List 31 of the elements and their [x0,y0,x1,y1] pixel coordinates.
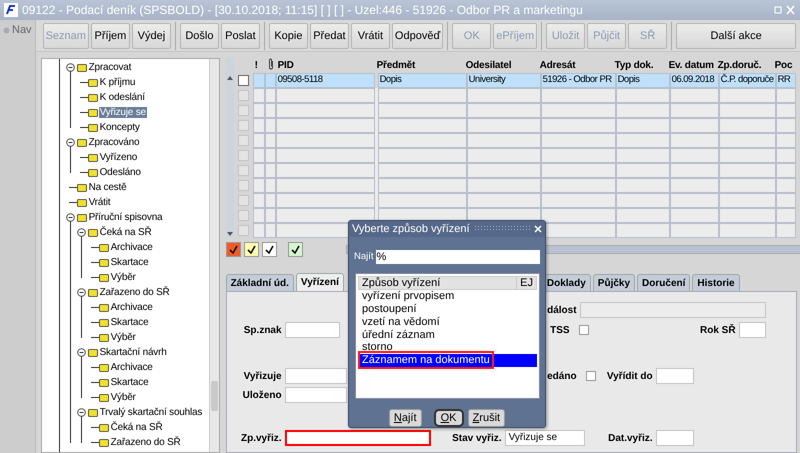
table-cell: Dopis [616,73,670,88]
list-item-label: úřední záznam [361,328,436,341]
field-label: Zp.vyřiz. [240,432,283,444]
dialog-title: Vyberte způsob vyřízení [352,222,470,235]
window-title: 09122 - Podací deník (SPSBOLD) - [30.10.2018; 11:15] [ ] [ ] - Uzel:446 - 51926 - Odbor PR a marketingu [22,3,584,17]
table-cell: RR [776,73,796,88]
list-item-label: vzetí na vědomí [361,316,441,328]
field-label: Rok SŘ [699,324,737,336]
list-item-label: Záznamem na dokumentu [361,354,491,366]
column-header: EJ [516,276,536,289]
column-header: Způsob vyřízení [361,276,442,289]
table-cell: Č.P. doporuče [718,73,776,88]
field-label: Dat.vyřiz. [607,432,654,444]
table-cell: 51926 - Odbor PR [540,73,616,88]
list-item-label: vyřízení prvopisem [361,290,456,302]
field-label: dálost [546,304,578,316]
search-label: Najít [354,251,375,262]
list-item-label: storno [361,341,394,354]
field-label: Stav vyřiz. [451,432,503,444]
field-label: Vyřídit do [606,370,654,382]
field-label: Vyřizuje [242,370,283,382]
table-cell: Dopis [378,73,467,88]
field-label: edáno [546,370,578,382]
list-item-label: postoupení [361,302,418,315]
table-cell: 09508-5118 [276,73,375,88]
nav-label: Nav [12,24,32,36]
field-label: TSS [549,324,571,336]
table-cell: University [466,73,541,88]
field-label: Uloženo [242,390,283,400]
field-label: Sp.znak [242,324,283,336]
table-cell: 06.09.2018 [670,73,719,88]
